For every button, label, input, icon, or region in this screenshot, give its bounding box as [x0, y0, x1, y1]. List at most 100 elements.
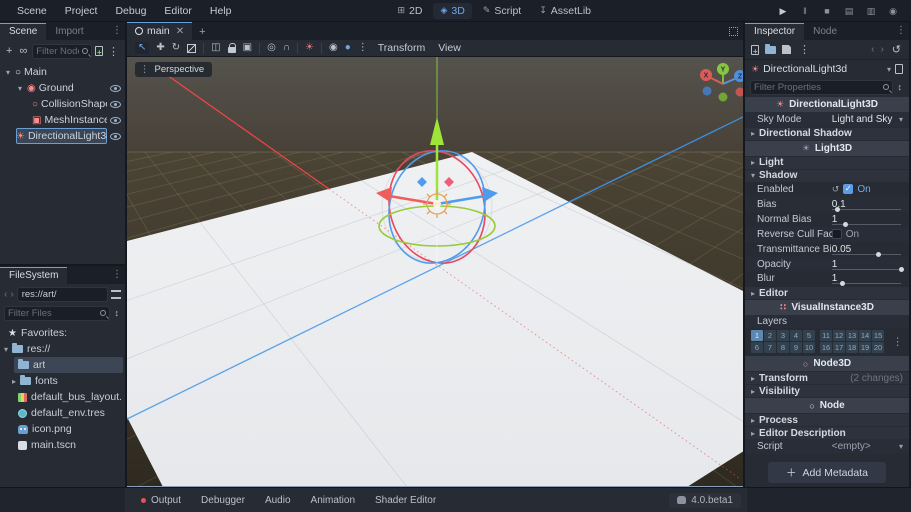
- movie-maker-button[interactable]: ◉: [887, 6, 899, 17]
- layer-cell-8[interactable]: 8: [777, 342, 789, 353]
- tree-node-meshinstance[interactable]: ▣ MeshInstance3d: [0, 112, 125, 128]
- layer-cell-10[interactable]: 10: [803, 342, 815, 353]
- history-back-icon[interactable]: ‹: [871, 44, 874, 55]
- fs-item-art[interactable]: art: [0, 357, 125, 373]
- mode-3d-button[interactable]: ◈3D: [433, 3, 471, 19]
- tab-scene[interactable]: Scene: [0, 23, 46, 40]
- play-custom-scene-button[interactable]: ▥: [865, 6, 877, 17]
- tree-node-directionallight[interactable]: ☀ DirectionalLight3d: [0, 128, 125, 144]
- menu-scene[interactable]: Scene: [8, 2, 56, 20]
- fs-path[interactable]: res://art/: [17, 287, 108, 302]
- add-metadata-button[interactable]: ＋ Add Metadata: [768, 462, 886, 483]
- bias-slider[interactable]: 0.1: [832, 199, 903, 210]
- section-editor-description[interactable]: ▸ Editor Description: [745, 426, 909, 439]
- layer-cell-9[interactable]: 9: [790, 342, 802, 353]
- rotate-mode-icon[interactable]: ↻: [172, 43, 180, 53]
- transform-menu[interactable]: Transform: [375, 42, 428, 54]
- fs-item-fonts[interactable]: ▸ fonts: [0, 373, 125, 389]
- history-forward-icon[interactable]: ›: [880, 44, 883, 55]
- save-resource-icon[interactable]: [782, 45, 791, 54]
- layer-cell-12[interactable]: 12: [833, 330, 845, 341]
- section-visibility[interactable]: ▸ Visibility: [745, 384, 909, 397]
- fs-item-bus-layout[interactable]: default_bus_layout.tres: [0, 389, 125, 405]
- section-process[interactable]: ▸ Process: [745, 413, 909, 426]
- scene-tree-menu-icon[interactable]: ⋮: [106, 45, 121, 58]
- audio-button[interactable]: Audio: [257, 492, 299, 509]
- load-resource-icon[interactable]: [765, 46, 776, 54]
- expand-icon[interactable]: ▸: [12, 377, 16, 386]
- layer-cell-3[interactable]: 3: [777, 330, 789, 341]
- scale-mode-icon[interactable]: [187, 44, 196, 53]
- preview-sun-icon[interactable]: ☀: [305, 43, 314, 53]
- attach-script-button[interactable]: [95, 46, 103, 56]
- section-shadow[interactable]: ▾ Shadow: [745, 169, 909, 182]
- menu-project[interactable]: Project: [56, 2, 107, 20]
- close-tab-icon[interactable]: ✕: [176, 26, 184, 37]
- filesystem-menu-icon[interactable]: ⋮: [112, 269, 122, 280]
- layer-cell-2[interactable]: 2: [764, 330, 776, 341]
- visibility-toggle[interactable]: [110, 101, 121, 108]
- revert-icon[interactable]: ↺: [832, 184, 840, 195]
- collapse-icon[interactable]: ▾: [4, 345, 8, 354]
- section-transform[interactable]: ▸ Transform (2 changes): [745, 371, 909, 384]
- preview-environment-icon[interactable]: ●: [345, 43, 351, 53]
- category-light3d[interactable]: ☀ Light3D: [745, 141, 909, 156]
- category-directionallight3d[interactable]: ☀ DirectionalLight3D: [745, 97, 909, 112]
- new-resource-icon[interactable]: [751, 45, 759, 55]
- section-editor[interactable]: ▸ Editor: [745, 286, 909, 299]
- layer-cell-20[interactable]: 20: [872, 342, 884, 353]
- tree-node-collisionshape[interactable]: ○ CollisionShape3d: [0, 96, 125, 112]
- 3d-viewport[interactable]: X Y Z ⋮ Perspective: [127, 57, 743, 487]
- output-button[interactable]: Output: [133, 492, 189, 509]
- layer-cell-4[interactable]: 4: [790, 330, 802, 341]
- pause-button[interactable]: ‖: [799, 6, 811, 16]
- layer-cell-18[interactable]: 18: [846, 342, 858, 353]
- category-node[interactable]: ○ Node: [745, 398, 909, 413]
- select-box-icon[interactable]: ◫: [211, 43, 220, 53]
- history-icon[interactable]: ↺: [890, 43, 903, 56]
- local-space-icon[interactable]: ◎: [267, 43, 276, 53]
- fs-back-button[interactable]: ‹: [4, 289, 7, 300]
- tab-filesystem[interactable]: FileSystem: [0, 267, 67, 284]
- layer-cell-16[interactable]: 16: [820, 342, 832, 353]
- mode-assetlib-button[interactable]: ↧AssetLib: [532, 3, 598, 19]
- tab-node[interactable]: Node: [804, 24, 846, 40]
- move-mode-icon[interactable]: ✚: [156, 43, 164, 53]
- layer-cell-11[interactable]: 11: [820, 330, 832, 341]
- fs-item-main-tscn[interactable]: main.tscn: [0, 437, 125, 453]
- select-mode-icon[interactable]: ↖: [135, 42, 149, 54]
- mode-2d-button[interactable]: ⊞2D: [390, 3, 429, 19]
- debugger-button[interactable]: Debugger: [193, 492, 253, 509]
- property-filter-icon[interactable]: ↕: [896, 82, 905, 92]
- menu-help[interactable]: Help: [201, 2, 241, 20]
- group-icon[interactable]: ▣: [243, 43, 252, 53]
- inspector-menu-icon[interactable]: ⋮: [896, 25, 906, 36]
- stop-button[interactable]: ■: [821, 6, 833, 16]
- tab-import[interactable]: Import: [46, 24, 92, 40]
- layer-cell-15[interactable]: 15: [872, 330, 884, 341]
- layer-cell-13[interactable]: 13: [846, 330, 858, 341]
- category-node3d[interactable]: ○ Node3D: [745, 356, 909, 371]
- blur-slider[interactable]: 1: [832, 273, 903, 284]
- new-scene-tab-button[interactable]: +: [192, 26, 212, 40]
- fs-item-res[interactable]: ▾ res://: [0, 341, 125, 357]
- transmittance-bias-slider[interactable]: 0.05: [832, 244, 903, 255]
- resource-menu-icon[interactable]: ⋮: [797, 43, 812, 56]
- open-docs-icon[interactable]: [895, 64, 903, 74]
- filter-files-input[interactable]: Filter Files: [4, 306, 110, 321]
- scene-dock-menu-icon[interactable]: ⋮: [112, 25, 122, 36]
- snap-icon[interactable]: ∩: [283, 43, 290, 53]
- layer-cell-7[interactable]: 7: [764, 342, 776, 353]
- view-menu[interactable]: View: [435, 42, 464, 54]
- collapse-icon[interactable]: ▾: [4, 68, 12, 77]
- fs-favorites[interactable]: ★ Favorites:: [0, 325, 125, 341]
- scene-tab-main[interactable]: main ✕: [127, 22, 192, 40]
- layer-cell-17[interactable]: 17: [833, 342, 845, 353]
- reverse-cull-checkbox[interactable]: [832, 229, 842, 239]
- menu-debug[interactable]: Debug: [106, 2, 155, 20]
- tab-inspector[interactable]: Inspector: [745, 23, 804, 40]
- normal-bias-slider[interactable]: 1: [832, 214, 903, 225]
- filter-node-input[interactable]: Filter Node: [32, 44, 92, 59]
- menu-editor[interactable]: Editor: [155, 2, 200, 20]
- visibility-toggle[interactable]: [110, 117, 121, 124]
